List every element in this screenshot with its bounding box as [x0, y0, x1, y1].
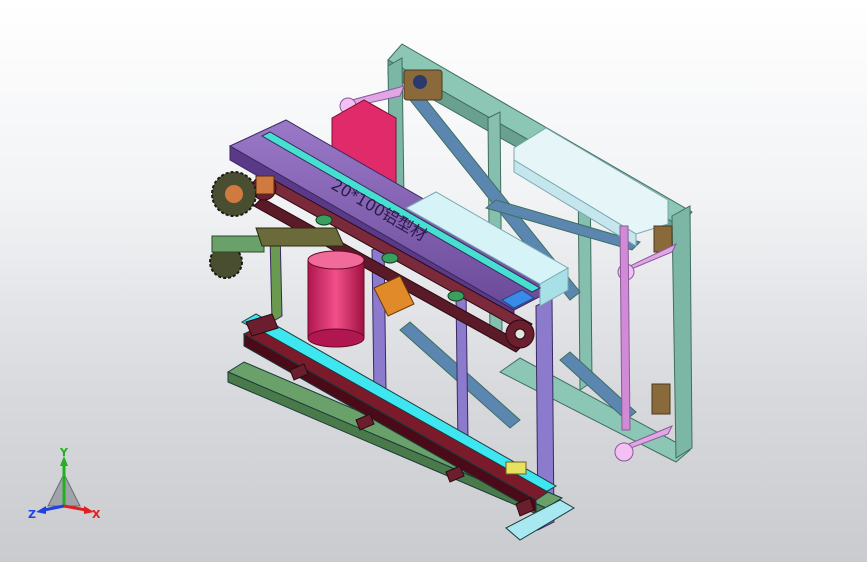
- assembly-model[interactable]: 20*100铝型材: [0, 0, 867, 562]
- frame-right-post: [671, 205, 693, 459]
- triad-z-label: Z: [28, 508, 36, 521]
- drive-motor[interactable]: [307, 250, 365, 348]
- axis-triad[interactable]: Y X Z: [24, 448, 104, 528]
- triad-x-axis: [63, 504, 87, 512]
- post-label: [505, 461, 527, 475]
- triad-z-axis: [43, 504, 65, 512]
- triad-y-label: Y: [59, 448, 69, 459]
- cad-viewport[interactable]: 20*100铝型材 Y X Z: [0, 0, 867, 562]
- motor-body: [307, 259, 365, 339]
- guide-rail-maroon-front: [243, 333, 537, 513]
- motor-cap: [307, 250, 365, 270]
- triad-x-label: X: [92, 508, 101, 521]
